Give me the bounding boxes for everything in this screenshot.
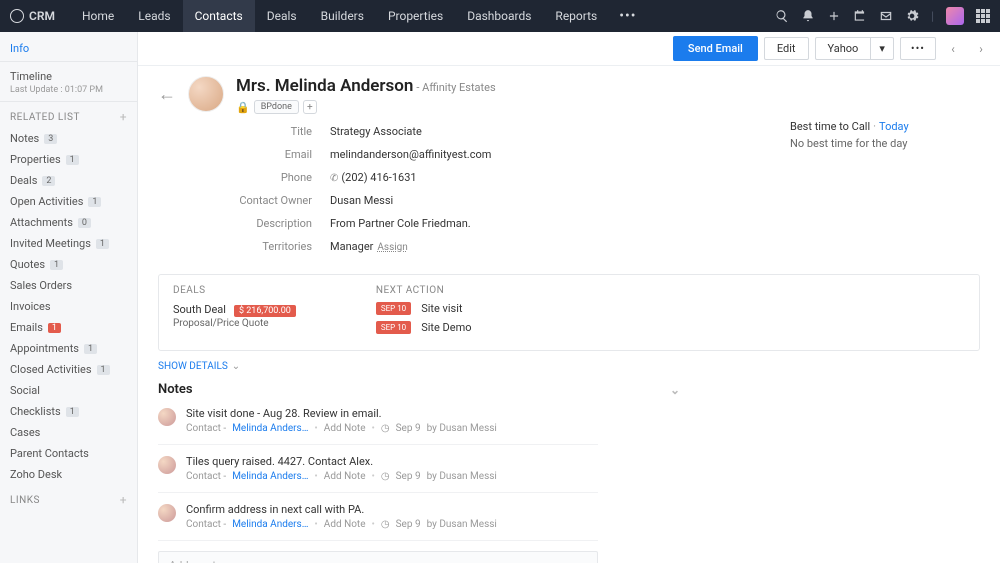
app-logo[interactable]: CRM <box>10 9 55 23</box>
apps-grid-icon[interactable] <box>976 9 990 23</box>
deal-amount-badge: $ 216,700.00 <box>234 305 296 317</box>
nav-tab-leads[interactable]: Leads <box>126 0 182 32</box>
detail-description: From Partner Cole Friedman. <box>330 217 471 230</box>
note-add-link[interactable]: Add Note <box>324 471 366 482</box>
nav-more[interactable]: ••• <box>609 8 646 24</box>
note-add-link[interactable]: Add Note <box>324 423 366 434</box>
app-name: CRM <box>29 9 55 23</box>
note-contact-link[interactable]: Melinda Anders… <box>232 471 308 482</box>
sidebar-item-quotes[interactable]: Quotes1 <box>0 254 137 275</box>
detail-title: Strategy Associate <box>330 125 422 138</box>
sidebar-item-sales-orders[interactable]: Sales Orders <box>0 275 137 296</box>
deals-card: DEALS South Deal $ 216,700.00 Proposal/P… <box>158 274 980 351</box>
next-action-row[interactable]: SEP 10Site Demo <box>376 321 472 334</box>
add-note-input[interactable]: Add a note... <box>158 551 598 563</box>
clock-icon: ◷ <box>381 471 390 482</box>
nav-tab-deals[interactable]: Deals <box>255 0 309 32</box>
note-item[interactable]: Tiles query raised. 4427. Contact Alex.C… <box>158 445 598 493</box>
sidebar-item-open-activities[interactable]: Open Activities1 <box>0 191 137 212</box>
prev-record-arrow[interactable]: ‹ <box>942 38 964 60</box>
sidebar-section-related: RELATED LIST + <box>0 102 137 128</box>
sidebar-timeline[interactable]: Timeline <box>0 66 137 85</box>
best-time-panel: Best time to Call·Today No best time for… <box>790 120 980 150</box>
deal-stage: Proposal/Price Quote <box>173 318 296 329</box>
detail-phone[interactable]: ✆(202) 416-1631 <box>330 171 417 184</box>
add-link-icon[interactable]: + <box>120 493 127 507</box>
nav-tab-home[interactable]: Home <box>70 0 126 32</box>
mail-icon[interactable] <box>879 9 893 23</box>
detail-territories: ManagerAssign <box>330 240 408 253</box>
top-nav: CRM HomeLeadsContactsDealsBuildersProper… <box>0 0 1000 32</box>
add-tag-button[interactable]: + <box>303 100 317 114</box>
contact-name: Mrs. Melinda Anderson <box>236 76 413 96</box>
note-item[interactable]: Site visit done - Aug 28. Review in emai… <box>158 397 598 445</box>
deal-name[interactable]: South Deal <box>173 303 226 316</box>
today-link[interactable]: Today <box>879 120 909 133</box>
note-contact-link[interactable]: Melinda Anders… <box>232 519 308 530</box>
send-email-button[interactable]: Send Email <box>673 36 758 61</box>
nav-tab-reports[interactable]: Reports <box>543 0 609 32</box>
phone-icon: ✆ <box>330 173 338 184</box>
sidebar-item-deals[interactable]: Deals2 <box>0 170 137 191</box>
sidebar-item-zoho-desk[interactable]: Zoho Desk <box>0 464 137 485</box>
note-add-link[interactable]: Add Note <box>324 519 366 530</box>
note-avatar <box>158 504 176 522</box>
clock-icon: ◷ <box>381 519 390 530</box>
more-actions-button[interactable]: ••• <box>900 37 936 60</box>
clock-icon: ◷ <box>381 423 390 434</box>
action-bar: Send Email Edit Yahoo ▾ ••• ‹ › <box>138 32 1000 66</box>
lock-icon: 🔒 <box>236 101 250 114</box>
sidebar-last-update: Last Update : 01:07 PM <box>0 85 137 102</box>
notes-heading: Notes ⌄ <box>158 382 980 397</box>
next-record-arrow[interactable]: › <box>970 38 992 60</box>
yahoo-button[interactable]: Yahoo <box>815 37 872 60</box>
search-icon[interactable] <box>775 9 789 23</box>
sidebar-item-social[interactable]: Social <box>0 380 137 401</box>
plus-icon[interactable] <box>827 9 841 23</box>
sidebar-item-invoices[interactable]: Invoices <box>0 296 137 317</box>
notes-chevron-icon[interactable]: ⌄ <box>670 383 680 397</box>
nav-tab-properties[interactable]: Properties <box>376 0 455 32</box>
nav-tab-builders[interactable]: Builders <box>309 0 376 32</box>
contact-company[interactable]: Affinity Estates <box>422 81 495 94</box>
logo-icon <box>10 9 24 23</box>
sidebar-section-links: LINKS + <box>0 485 137 511</box>
date-badge: SEP 10 <box>376 302 411 315</box>
next-action-row[interactable]: SEP 10Site visit <box>376 302 472 315</box>
calendar-icon[interactable] <box>853 9 867 23</box>
sidebar-item-notes[interactable]: Notes3 <box>0 128 137 149</box>
bell-icon[interactable] <box>801 9 815 23</box>
note-avatar <box>158 408 176 426</box>
detail-email[interactable]: melindanderson@affinityest.com <box>330 148 491 161</box>
sidebar-item-appointments[interactable]: Appointments1 <box>0 338 137 359</box>
contact-avatar[interactable] <box>188 76 224 112</box>
note-avatar <box>158 456 176 474</box>
back-arrow-icon[interactable]: ← <box>158 84 176 105</box>
contact-tag[interactable]: BPdone <box>254 100 299 114</box>
user-avatar[interactable] <box>946 7 964 25</box>
gear-icon[interactable] <box>905 9 919 23</box>
assign-link[interactable]: Assign <box>377 242 407 253</box>
sidebar: Info Timeline Last Update : 01:07 PM REL… <box>0 32 138 563</box>
sidebar-item-closed-activities[interactable]: Closed Activities1 <box>0 359 137 380</box>
contact-details: TitleStrategy Associate Emailmelindander… <box>220 120 491 258</box>
detail-owner[interactable]: Dusan Messi <box>330 194 393 207</box>
sidebar-item-checklists[interactable]: Checklists1 <box>0 401 137 422</box>
sidebar-item-cases[interactable]: Cases <box>0 422 137 443</box>
sidebar-item-properties[interactable]: Properties1 <box>0 149 137 170</box>
nav-tab-contacts[interactable]: Contacts <box>183 0 255 32</box>
note-item[interactable]: Confirm address in next call with PA.Con… <box>158 493 598 541</box>
sidebar-item-emails[interactable]: Emails1 <box>0 317 137 338</box>
yahoo-dropdown[interactable]: ▾ <box>871 37 894 60</box>
edit-button[interactable]: Edit <box>764 37 809 60</box>
note-contact-link[interactable]: Melinda Anders… <box>232 423 308 434</box>
add-related-icon[interactable]: + <box>120 110 127 124</box>
sidebar-item-attachments[interactable]: Attachments0 <box>0 212 137 233</box>
nav-tab-dashboards[interactable]: Dashboards <box>455 0 543 32</box>
sidebar-item-invited-meetings[interactable]: Invited Meetings1 <box>0 233 137 254</box>
show-details-toggle[interactable]: SHOW DETAILS <box>158 361 980 372</box>
sidebar-item-parent-contacts[interactable]: Parent Contacts <box>0 443 137 464</box>
date-badge: SEP 10 <box>376 321 411 334</box>
sidebar-info[interactable]: Info <box>0 40 137 62</box>
